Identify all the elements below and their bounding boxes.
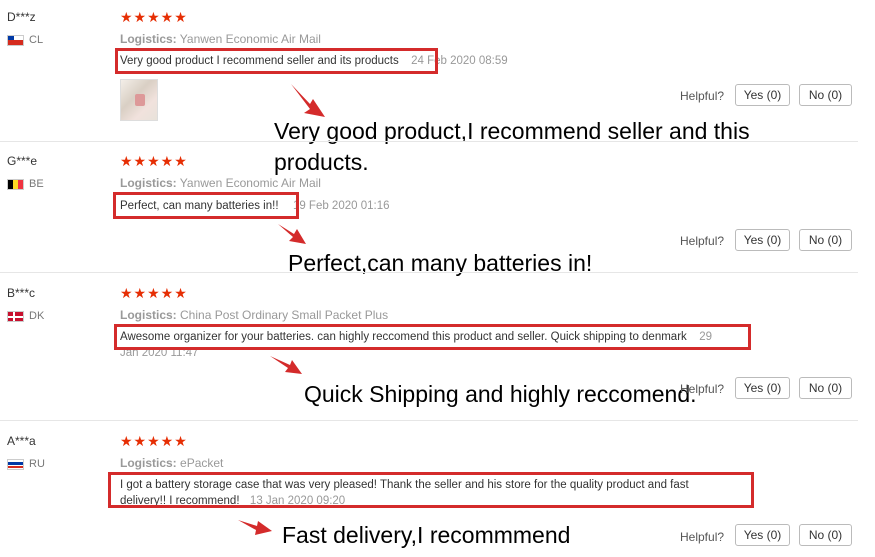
red-arrow-icon [238, 520, 272, 535]
annotation-text: Fast delivery,I recommmend [282, 522, 571, 548]
helpful-label: Helpful? [680, 530, 725, 544]
helpful-yes-button[interactable]: Yes (0) [735, 524, 790, 546]
helpful-no-button[interactable]: No (0) [799, 524, 852, 546]
